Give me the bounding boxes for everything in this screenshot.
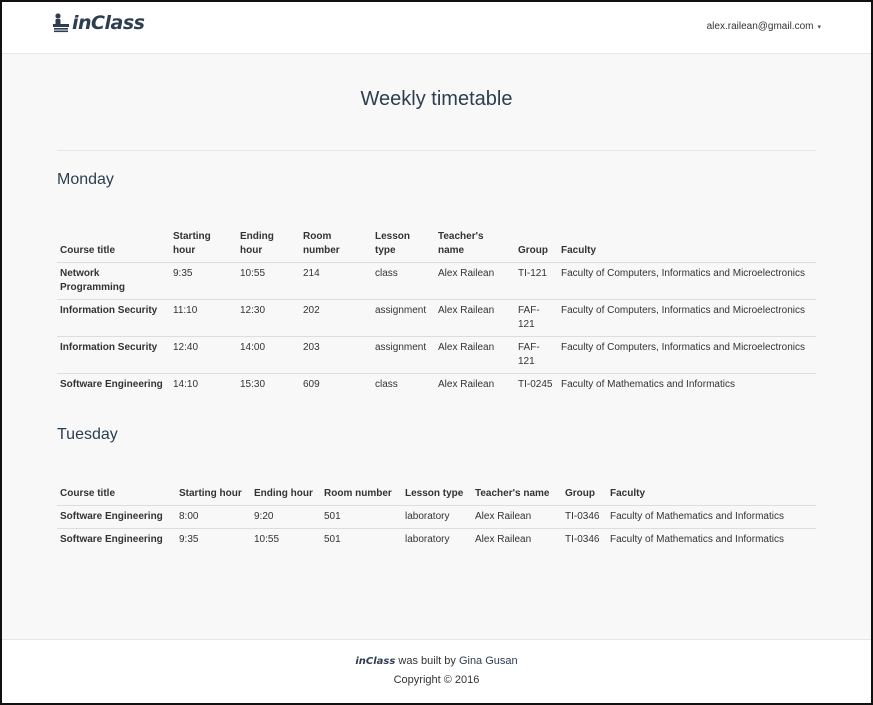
column-header: Starting hour <box>176 484 251 506</box>
room-cell: 501 <box>321 528 402 551</box>
table-row: Information Security 12:40 14:00 203 ass… <box>57 336 816 374</box>
lesson-type-cell: laboratory <box>402 528 472 551</box>
faculty-cell: Faculty of Computers, Informatics and Mi… <box>558 336 816 374</box>
column-header: Faculty <box>607 484 816 506</box>
table-header-row: Course title Starting hour Ending hour R… <box>57 484 816 506</box>
table-header-row: Course title Starting hour Ending hour Roo… <box>57 227 816 263</box>
day-title-monday: Monday <box>57 171 114 188</box>
group-cell: FAF-121 <box>515 336 558 374</box>
teacher-cell: Alex Railean <box>435 336 515 374</box>
table-row: Network Programming 9:35 10:55 214 class… <box>57 262 816 300</box>
column-header: Group <box>515 227 558 263</box>
start-hour-cell: 11:10 <box>170 299 237 337</box>
column-header: Teacher's name <box>472 484 562 506</box>
column-header: Faculty <box>558 227 816 263</box>
room-cell: 609 <box>300 373 372 396</box>
user-menu-dropdown[interactable]: alex.railean@gmail.com ▾ <box>707 21 821 32</box>
main-content: Weekly timetable Monday Course title Sta… <box>57 88 816 551</box>
lesson-type-cell: assignment <box>372 299 435 337</box>
column-header: Lesson type <box>372 227 435 263</box>
end-hour-cell: 14:00 <box>237 336 300 374</box>
end-hour-cell: 12:30 <box>237 299 300 337</box>
divider <box>57 150 816 151</box>
footer-credits: inClass was built by Gina Gusan <box>2 654 871 669</box>
course-title-cell: Information Security <box>57 299 170 337</box>
column-header: Ending hour <box>237 227 300 263</box>
column-header: Group <box>562 484 607 506</box>
course-title-cell: Network Programming <box>57 262 170 300</box>
faculty-cell: Faculty of Computers, Informatics and Mi… <box>558 262 816 300</box>
column-header: Room number <box>300 227 372 263</box>
column-header: Room number <box>321 484 402 506</box>
group-cell: TI-121 <box>515 262 558 300</box>
table-row: Information Security 11:10 12:30 202 ass… <box>57 299 816 337</box>
app-window: inClass alex.railean@gmail.com ▾ Weekly … <box>0 0 873 705</box>
room-cell: 214 <box>300 262 372 300</box>
lesson-type-cell: laboratory <box>402 505 472 529</box>
page-title: Weekly timetable <box>360 88 513 110</box>
group-cell: FAF-121 <box>515 299 558 337</box>
faculty-cell: Faculty of Mathematics and Informatics <box>607 528 816 551</box>
group-cell: TI-0346 <box>562 505 607 529</box>
room-cell: 202 <box>300 299 372 337</box>
table-row: Software Engineering 9:35 10:55 501 labo… <box>57 528 816 551</box>
footer-built-by: was built by <box>398 655 456 667</box>
column-header: Course title <box>57 484 176 506</box>
end-hour-cell: 10:55 <box>251 528 321 551</box>
course-title-cell: Software Engineering <box>57 505 176 529</box>
start-hour-cell: 12:40 <box>170 336 237 374</box>
column-header: Course title <box>57 227 170 263</box>
timetable-monday: Course title Starting hour Ending hour Roo… <box>57 227 816 396</box>
lesson-type-cell: class <box>372 262 435 300</box>
end-hour-cell: 9:20 <box>251 505 321 529</box>
faculty-cell: Faculty of Mathematics and Informatics <box>558 373 816 396</box>
column-header: Lesson type <box>402 484 472 506</box>
caret-down-icon: ▾ <box>817 23 821 31</box>
navbar: inClass alex.railean@gmail.com ▾ <box>2 2 871 54</box>
column-header: Teacher's name <box>435 227 515 263</box>
course-title-cell: Software Engineering <box>57 373 170 396</box>
start-hour-cell: 14:10 <box>170 373 237 396</box>
footer: inClass was built by Gina Gusan Copyrigh… <box>2 639 871 703</box>
start-hour-cell: 8:00 <box>176 505 251 529</box>
timetable-tuesday: Course title Starting hour Ending hour R… <box>57 484 816 551</box>
start-hour-cell: 9:35 <box>170 262 237 300</box>
teacher-cell: Alex Railean <box>472 528 562 551</box>
start-hour-cell: 9:35 <box>176 528 251 551</box>
faculty-cell: Faculty of Computers, Informatics and Mi… <box>558 299 816 337</box>
end-hour-cell: 10:55 <box>237 262 300 300</box>
day-title-tuesday: Tuesday <box>57 426 118 443</box>
lesson-type-cell: assignment <box>372 336 435 374</box>
lesson-type-cell: class <box>372 373 435 396</box>
table-row: Software Engineering 8:00 9:20 501 labor… <box>57 505 816 529</box>
footer-author-link[interactable]: Gina Gusan <box>459 655 518 667</box>
column-header: Starting hour <box>170 227 237 263</box>
user-email: alex.railean@gmail.com <box>706 21 814 32</box>
brand-logo[interactable]: inClass <box>52 12 145 34</box>
teacher-cell: Alex Railean <box>435 262 515 300</box>
end-hour-cell: 15:30 <box>237 373 300 396</box>
column-header: Ending hour <box>251 484 321 506</box>
teacher-desk-icon <box>53 13 69 33</box>
group-cell: TI-0346 <box>562 528 607 551</box>
table-row: Software Engineering 14:10 15:30 609 cla… <box>57 373 816 396</box>
room-cell: 501 <box>321 505 402 529</box>
teacher-cell: Alex Railean <box>472 505 562 529</box>
room-cell: 203 <box>300 336 372 374</box>
teacher-cell: Alex Railean <box>435 299 515 337</box>
group-cell: TI-0245 <box>515 373 558 396</box>
course-title-cell: Information Security <box>57 336 170 374</box>
teacher-cell: Alex Railean <box>435 373 515 396</box>
footer-copyright: Copyright © 2016 <box>393 674 480 686</box>
brand-name: inClass <box>72 12 145 34</box>
faculty-cell: Faculty of Mathematics and Informatics <box>607 505 816 529</box>
course-title-cell: Software Engineering <box>57 528 176 551</box>
footer-brand: inClass <box>355 656 396 667</box>
